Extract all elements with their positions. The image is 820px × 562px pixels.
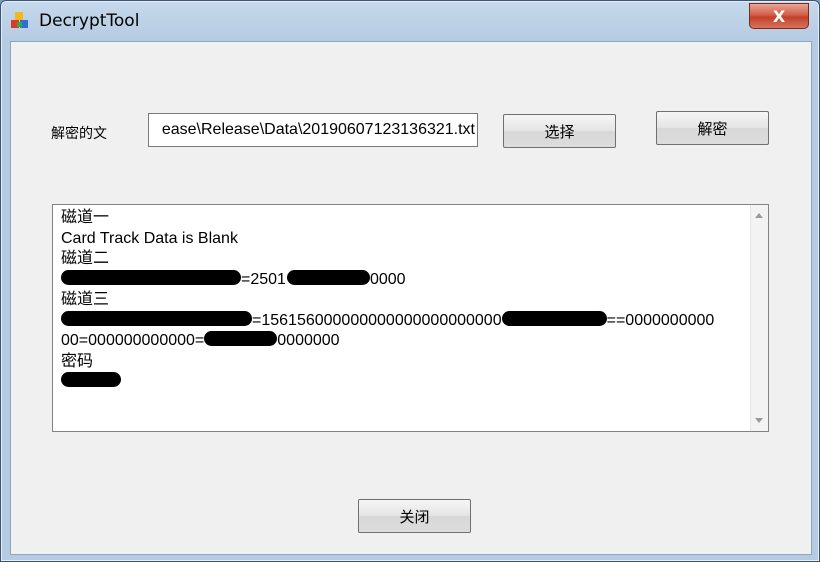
- track3-line2-start: 00=000000000000=: [61, 332, 205, 349]
- scroll-down-arrow-icon[interactable]: [755, 418, 763, 423]
- close-icon: X: [772, 6, 786, 26]
- redaction-mark: [61, 269, 241, 285]
- redaction-mark: [61, 372, 121, 387]
- redaction-mark: [286, 269, 370, 285]
- file-path-value: ease\Release\Data\20190607123136321.txt: [161, 121, 475, 138]
- track2-end: 0000: [369, 270, 406, 288]
- window-close-button[interactable]: X: [749, 3, 809, 29]
- output-content: 磁道一 Card Track Data is Blank 磁道二 =2501 0000 磁…: [61, 208, 741, 393]
- redaction-mark: [204, 331, 278, 346]
- window-title: DecryptTool: [39, 11, 140, 31]
- output-textarea[interactable]: 磁道一 Card Track Data is Blank 磁道二 =2501 0000 磁…: [52, 204, 769, 432]
- track3-line2-end: 0000000: [277, 332, 340, 349]
- track2-line: =2501 0000: [61, 269, 741, 291]
- track1-text: Card Track Data is Blank: [61, 229, 238, 247]
- decrypt-tool-window: DecryptTool X 解密的文 ease\Release\Data\201…: [0, 0, 820, 562]
- decrypt-button[interactable]: 解密: [656, 111, 769, 145]
- password-heading: 密码: [61, 352, 94, 370]
- file-label: 解密的文: [51, 126, 107, 142]
- password-line: [61, 372, 741, 393]
- track2-heading: 磁道二: [61, 250, 110, 267]
- redaction-mark: [61, 310, 252, 326]
- app-cubes-icon: [10, 11, 30, 31]
- track1-heading: 磁道一: [61, 209, 110, 226]
- track3-end: ==0000000000: [606, 311, 715, 329]
- track3-mid: =156156000000000000000000000: [252, 311, 502, 329]
- track2-mid: =2501: [241, 270, 286, 288]
- redaction-mark: [501, 310, 607, 326]
- close-button[interactable]: 关闭: [358, 499, 471, 533]
- output-scrollbar[interactable]: [750, 205, 768, 431]
- track3-heading: 磁道三: [61, 291, 110, 308]
- client-area: 解密的文 ease\Release\Data\20190607123136321…: [10, 41, 812, 555]
- track3-line1: =156156000000000000000000000 ==0000000000: [61, 310, 741, 332]
- track3-line2: 00=000000000000= 0000000: [61, 331, 741, 352]
- title-bar[interactable]: DecryptTool X: [1, 1, 819, 41]
- scroll-up-arrow-icon[interactable]: [755, 213, 763, 218]
- select-file-button[interactable]: 选择: [503, 114, 616, 148]
- file-path-input[interactable]: ease\Release\Data\20190607123136321.txt: [148, 113, 478, 147]
